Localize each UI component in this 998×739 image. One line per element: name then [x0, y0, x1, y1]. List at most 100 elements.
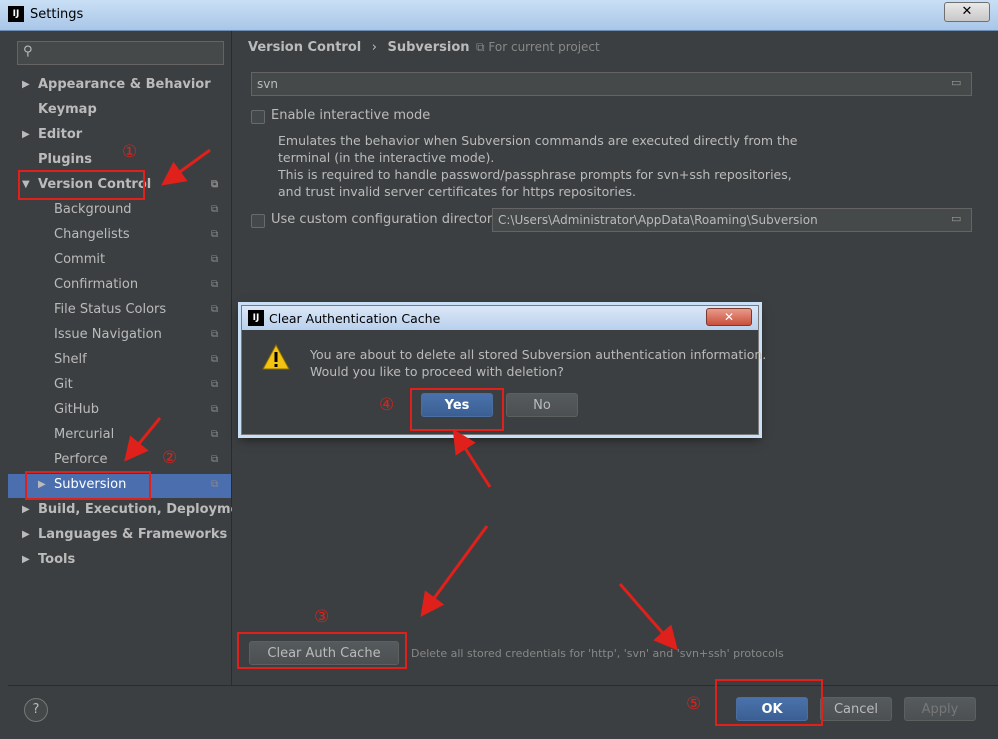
settings-sidebar: ⚲ ▶ Appearance & Behavior Keymap ▶ Editor Plu…	[8, 31, 255, 685]
sidebar-item-label: Build, Execution, Deployment	[38, 502, 255, 517]
custom-config-label: Use custom configuration directory:	[271, 212, 504, 227]
project-scope-icon: ⧉	[211, 479, 219, 490]
sidebar-item[interactable]: Changelists ⧉	[8, 224, 231, 246]
svn-path-field[interactable]: svn ▭	[251, 72, 972, 96]
sidebar-item-label: File Status Colors	[54, 302, 167, 317]
title-bar: IJ Settings ✕	[0, 0, 998, 31]
project-scope-icon: ⧉	[211, 329, 219, 340]
settings-window: IJ Settings ✕ ⚲ ▶ Appearance & Behavior Ke…	[0, 0, 998, 739]
no-button[interactable]: No	[506, 393, 578, 417]
breadcrumb-version-control: Version Control	[248, 40, 362, 55]
annotation-number-2: ②	[162, 448, 178, 468]
annotation-number-3: ③	[314, 607, 330, 627]
sidebar-item[interactable]: Shelf ⧉	[8, 349, 231, 371]
sidebar-item[interactable]: Perforce ⧉	[8, 449, 231, 471]
project-scope-icon: ⧉	[211, 354, 219, 365]
window-title: Settings	[30, 7, 84, 22]
sidebar-item-label: Plugins	[38, 152, 92, 167]
sidebar-item-label: Appearance & Behavior	[38, 77, 211, 92]
sidebar-item-label: Changelists	[54, 227, 130, 242]
sidebar-item[interactable]: File Status Colors ⧉	[8, 299, 231, 321]
sidebar-item-label: Shelf	[54, 352, 87, 367]
sidebar-item[interactable]: ▶ Tools	[8, 549, 231, 571]
search-icon: ⚲	[23, 44, 33, 59]
interactive-mode-checkbox[interactable]	[251, 110, 265, 124]
sidebar-item-label: Background	[54, 202, 132, 217]
sidebar-item-label: Editor	[38, 127, 83, 142]
for-current-project: ⧉ For current project	[476, 40, 600, 55]
interactive-desc-4: and trust invalid server certificates fo…	[278, 184, 637, 199]
sidebar-item[interactable]: Plugins	[8, 149, 231, 171]
sidebar-item[interactable]: Mercurial ⧉	[8, 424, 231, 446]
annotation-number-5: ⑤	[686, 694, 702, 714]
sidebar-item-label: Issue Navigation	[54, 327, 162, 342]
apply-button[interactable]: Apply	[904, 697, 976, 721]
project-scope-icon: ⧉	[211, 229, 219, 240]
project-scope-icon: ⧉	[211, 204, 219, 215]
folder-icon[interactable]: ▭	[951, 212, 967, 226]
settings-search-input[interactable]: ⚲	[17, 41, 224, 65]
project-scope-icon: ⧉	[211, 304, 219, 315]
intellij-icon: IJ	[248, 310, 264, 326]
collapsed-arrow-icon[interactable]: ▶	[22, 124, 30, 146]
custom-config-checkbox[interactable]	[251, 214, 265, 228]
sidebar-item-label: Keymap	[38, 102, 97, 117]
interactive-mode-label: Enable interactive mode	[271, 108, 431, 123]
dialog-message-line-1: You are about to delete all stored Subve…	[310, 347, 767, 362]
dialog-title: Clear Authentication Cache	[269, 311, 441, 326]
sidebar-item[interactable]: ▶ Build, Execution, Deployment	[8, 499, 255, 521]
breadcrumb-subversion: Subversion	[387, 40, 470, 55]
collapsed-arrow-icon[interactable]: ▶	[22, 549, 30, 571]
collapsed-arrow-icon[interactable]: ▶	[22, 74, 30, 96]
project-scope-icon: ⧉	[211, 404, 219, 415]
annotation-box-yes	[410, 388, 504, 431]
breadcrumb: Version Control › Subversion	[248, 40, 470, 55]
project-scope-icon: ⧉	[211, 254, 219, 265]
dialog-footer: ? OK Cancel Apply	[8, 685, 998, 739]
sidebar-item[interactable]: Issue Navigation ⧉	[8, 324, 231, 346]
sidebar-item-label: GitHub	[54, 402, 100, 417]
annotation-number-1: ①	[122, 142, 138, 162]
project-scope-icon: ⧉	[211, 429, 219, 440]
annotation-number-4: ④	[379, 395, 395, 415]
sidebar-item[interactable]: ▶ Languages & Frameworks	[8, 524, 231, 546]
sidebar-item[interactable]: Commit ⧉	[8, 249, 231, 271]
config-dir-field[interactable]: C:\Users\Administrator\AppData\Roaming\S…	[492, 208, 972, 232]
sidebar-item-label: Tools	[38, 552, 76, 567]
dialog-message: You are about to delete all stored Subve…	[310, 346, 766, 380]
sidebar-item-label: Mercurial	[54, 427, 115, 442]
project-scope-label: For current project	[488, 40, 600, 54]
dialog-close-button[interactable]: ✕	[706, 308, 752, 326]
interactive-desc-2: terminal (in the interactive mode).	[278, 150, 495, 165]
intellij-icon: IJ	[8, 6, 24, 22]
sidebar-item[interactable]: Background ⧉	[8, 199, 231, 221]
collapsed-arrow-icon[interactable]: ▶	[22, 499, 30, 521]
sidebar-item-label: Commit	[54, 252, 106, 267]
config-dir-value: C:\Users\Administrator\AppData\Roaming\S…	[498, 213, 818, 227]
interactive-desc-3: This is required to handle password/pass…	[278, 167, 792, 182]
sidebar-item-label: Git	[54, 377, 73, 392]
sidebar-item-label: Perforce	[54, 452, 108, 467]
sidebar-item[interactable]: Git ⧉	[8, 374, 231, 396]
project-icon: ⧉	[476, 40, 485, 54]
folder-icon[interactable]: ▭	[951, 76, 967, 90]
window-close-button[interactable]: ✕	[944, 2, 990, 22]
project-scope-icon: ⧉	[211, 179, 219, 190]
dialog-title-bar: IJ Clear Authentication Cache ✕	[242, 306, 758, 330]
sidebar-item[interactable]: ▶ Appearance & Behavior	[8, 74, 231, 96]
cancel-button[interactable]: Cancel	[820, 697, 892, 721]
sidebar-item[interactable]: Keymap	[8, 99, 231, 121]
sidebar-item[interactable]: Confirmation ⧉	[8, 274, 231, 296]
annotation-box-subversion	[25, 471, 151, 500]
project-scope-icon: ⧉	[211, 454, 219, 465]
clear-auth-cache-desc: Delete all stored credentials for 'http'…	[411, 647, 784, 660]
annotation-box-clear-auth-cache	[237, 632, 407, 669]
sidebar-item[interactable]: GitHub ⧉	[8, 399, 231, 421]
svn-path-value: svn	[257, 77, 278, 91]
help-button[interactable]: ?	[24, 698, 48, 722]
collapsed-arrow-icon[interactable]: ▶	[22, 524, 30, 546]
sidebar-item[interactable]: ▶ Editor	[8, 124, 231, 146]
breadcrumb-separator: ›	[371, 40, 377, 55]
warning-icon	[262, 344, 290, 370]
annotation-box-ok	[715, 679, 823, 726]
